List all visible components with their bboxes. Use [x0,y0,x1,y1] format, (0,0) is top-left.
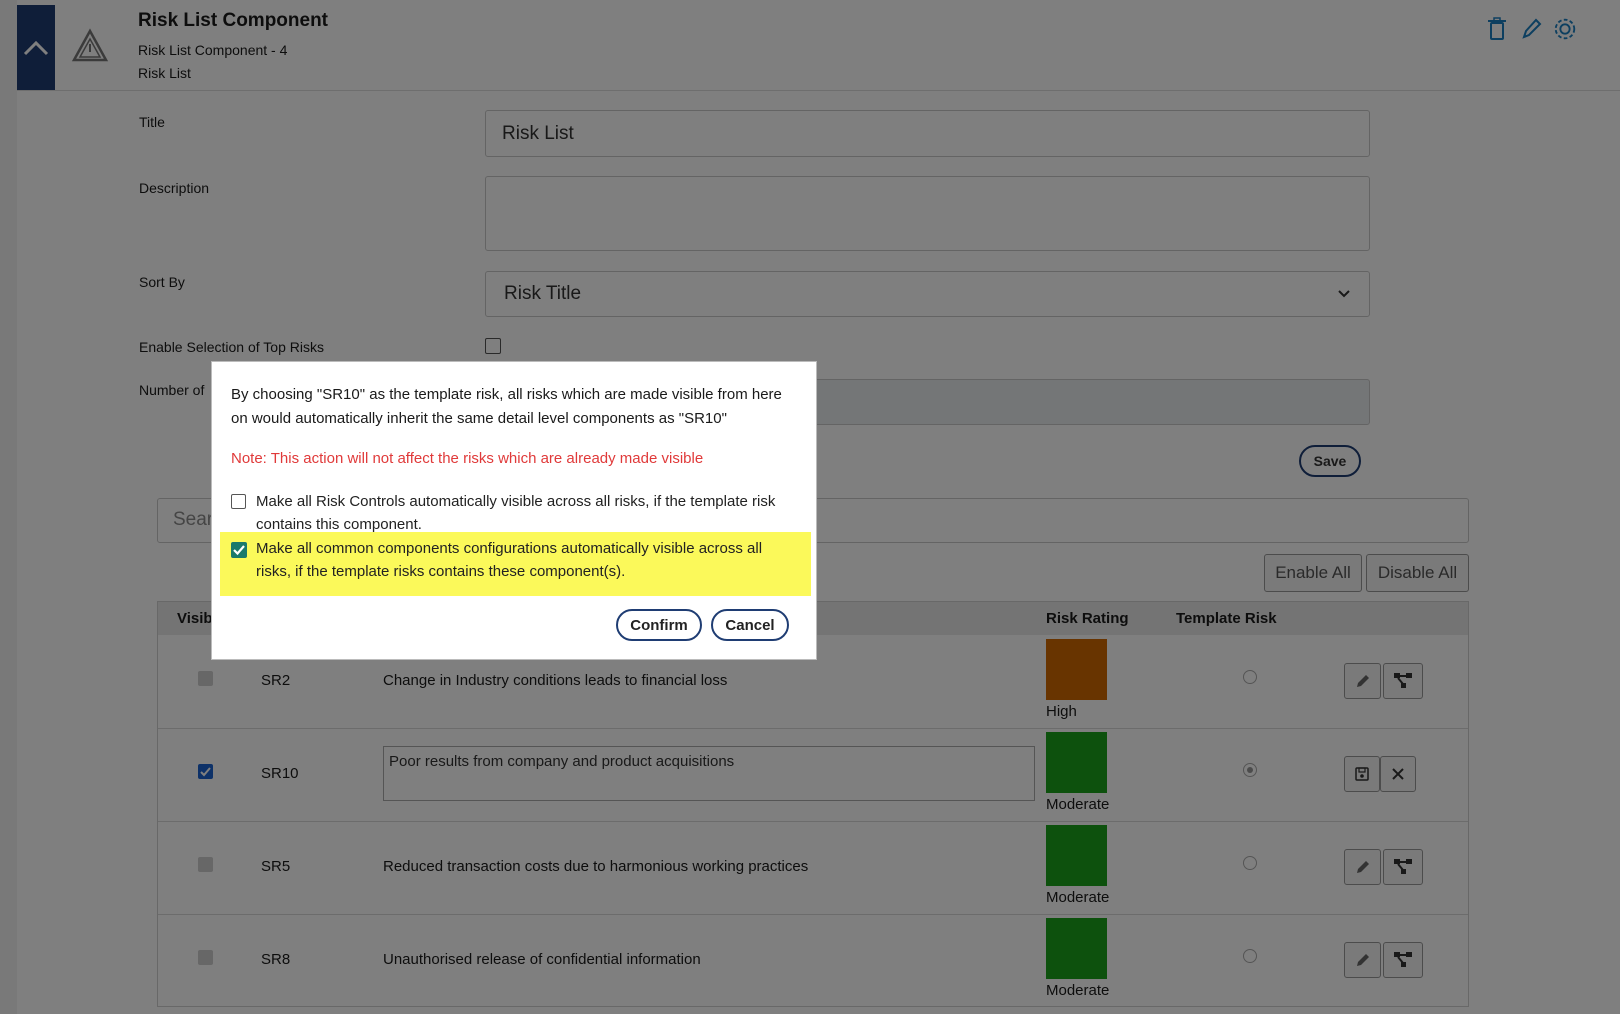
cancel-button[interactable]: Cancel [711,609,789,641]
dialog-message: By choosing "SR10" as the template risk,… [231,386,782,427]
check-icon [233,545,245,556]
template-risk-dialog: By choosing "SR10" as the template risk,… [211,361,817,660]
common-components-label: Make all common components configuration… [256,540,763,580]
option-common-components: Make all common components configuration… [220,532,811,596]
confirm-button[interactable]: Confirm [616,609,702,641]
common-components-checkbox[interactable] [231,542,247,558]
option-risk-controls: Make all Risk Controls automatically vis… [231,490,801,536]
dialog-note: Note: This action will not affect the ri… [231,450,704,467]
risk-controls-label: Make all Risk Controls automatically vis… [256,493,776,533]
risk-controls-checkbox[interactable] [231,494,246,509]
